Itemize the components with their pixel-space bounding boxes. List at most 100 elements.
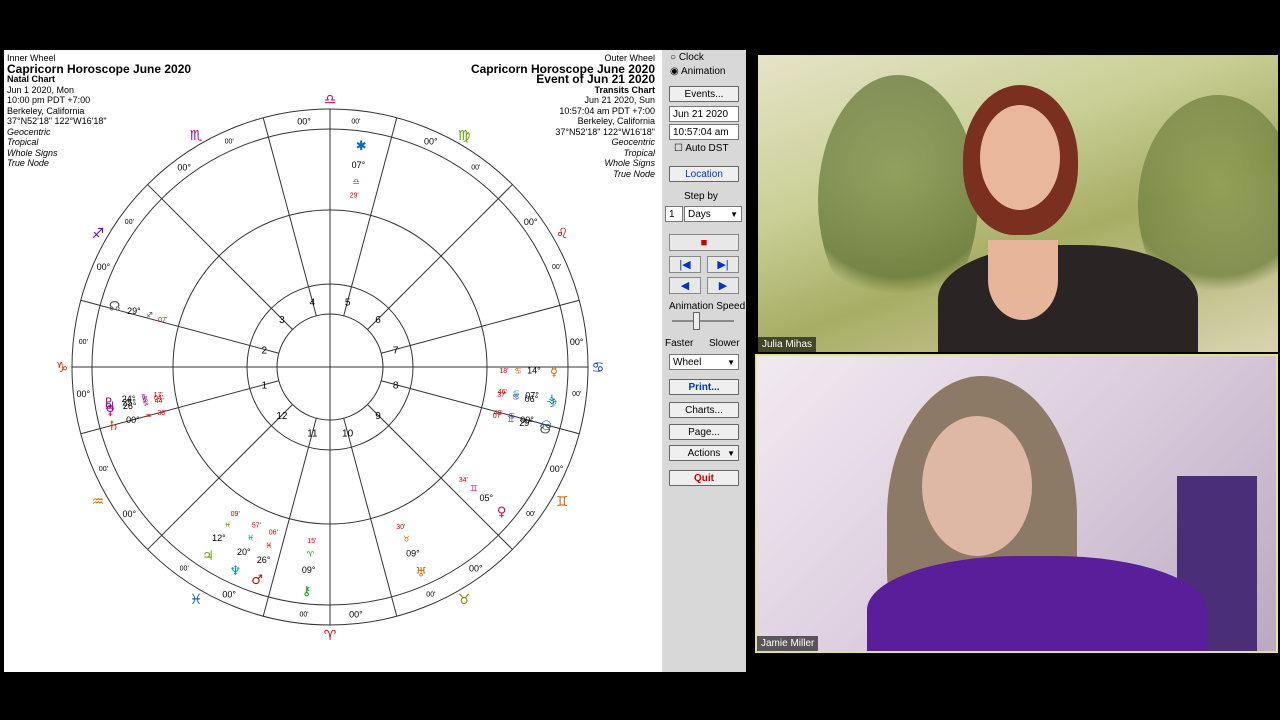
inner-chart-date: Jun 1 2020, Mon [7,84,75,95]
animation-speed-label: Animation Speed [669,301,746,312]
inner-chart-title: Capricorn Horoscope June 2020 [7,61,192,76]
auto-dst-label: Auto DST [685,143,729,154]
house-cusp-line [381,299,580,354]
zodiac-sign-glyph: ♐ [92,226,105,242]
quit-button[interactable]: Quit [669,470,739,486]
sign-minute-label: 00' [125,219,134,226]
auto-dst-checkbox[interactable]: ☐ Auto DST [674,143,729,154]
time-field[interactable]: 10:57:04 am [669,124,739,140]
planet-glyph: ♄ [108,419,120,434]
wheel-select[interactable]: Wheel ▼ [669,354,739,370]
play-back-button[interactable]: ◀ [669,277,701,294]
video-tile-top: Julia Mihas [758,55,1278,352]
house-number: 1 [262,381,268,392]
clock-radio[interactable]: ○ Clock [670,52,704,63]
house-number: 4 [310,297,316,308]
house-number: 8 [393,381,399,392]
animation-radio[interactable]: ◉ Animation [670,66,725,77]
speed-slider-track[interactable] [672,320,734,322]
stop-button[interactable]: ■ [669,234,739,251]
page-button[interactable]: Page... [669,424,739,440]
planet-degree: 14° [527,366,541,376]
play-back-icon: ◀ [680,280,690,292]
outer-option: Whole Signs [604,158,655,168]
planet-degree: 09° [406,548,420,558]
planet-glyph: ⚷ [302,584,312,599]
inner-chart-place: Berkeley, California [7,105,85,116]
planet-glyph: ♅ [415,566,427,581]
zodiac-sign-glyph: ♍ [458,128,471,144]
participant-face [980,105,1060,210]
house-cusp-line [262,117,317,316]
planet-glyph: ☊ [109,299,121,314]
participant-neck [988,240,1058,320]
planet-minute: 38' [157,410,166,417]
planet-minute: 30' [396,524,405,531]
planet-minute: 29' [350,193,359,200]
sign-degree-label: 00° [297,116,311,126]
sign-degree-label: 00° [424,136,438,146]
controls-panel: ○ Clock ◉ Animation Events... Jun 21 202… [662,50,746,672]
sign-minute-label: 00' [526,511,535,518]
step-by-label: Step by [684,191,718,202]
video-tile-bottom: Jamie Miller [755,354,1278,653]
sign-minute-label: 00' [99,466,108,473]
planet-degree: 07° [352,160,366,170]
planet-degree: 20° [237,547,251,557]
planet-degree: 26° [123,401,137,411]
planet-degree: 09° [302,565,316,575]
planet-minute: 44' [155,398,164,405]
speed-slider-thumb[interactable] [693,312,700,330]
actions-label: Actions [687,448,721,459]
location-button[interactable]: Location [669,166,739,182]
play-forward-button[interactable]: ▶ [707,277,739,294]
house-cusp-line [147,404,293,550]
sign-minute-label: 00' [79,339,88,346]
sign-degree-label: 00° [349,610,363,620]
sign-minute-label: 00' [351,118,360,125]
planet-glyph: ♀ [497,505,507,520]
inner-option: True Node [7,158,49,168]
wheel-select-value: Wheel [673,357,702,368]
skip-back-button[interactable]: |◀ [669,256,701,273]
sign-degree-label: 00° [570,337,584,347]
zodiac-sign-glyph: ♏ [190,128,203,144]
radio-off-icon: ○ [670,52,677,63]
house-cusp-line [367,184,513,330]
outer-option: True Node [613,168,655,179]
date-field[interactable]: Jun 21 2020 [669,106,739,122]
animation-radio-label: Animation [680,66,726,77]
planet-sign: ♐ [146,311,153,320]
sign-degree-label: 00° [524,217,538,227]
sign-minute-label: 00' [552,264,561,271]
planet-glyph: ♆ [230,564,242,579]
skip-forward-button[interactable]: ▶| [707,256,739,273]
charts-button[interactable]: Charts... [669,402,739,418]
planet-sign: ♉ [403,535,410,544]
events-button[interactable]: Events... [669,86,739,102]
planet-glyph: ✱ [356,139,367,154]
step-unit-select[interactable]: Days ▼ [684,206,742,222]
planet-sign: ♋ [512,392,519,401]
planet-glyph: ☿ [550,365,558,380]
house-number: 5 [345,297,351,308]
house-cusp-line [367,404,513,550]
print-button[interactable]: Print... [669,379,739,395]
sign-minute-label: 00' [300,612,309,619]
planet-sign: ♊ [470,484,477,493]
planet-degree: 06° [525,394,539,404]
sign-minute-label: 00' [426,592,435,599]
actions-button[interactable]: Actions ▼ [669,445,739,461]
outer-chart-event: Event of Jun 21 2020 [536,72,655,86]
planet-glyph: ♃ [202,549,214,564]
outer-chart-coords: 37°N52'18" 122°W16'18" [555,126,655,137]
chart-panel: ♑ 00° 00' ♒ 00° 00' ♓ 00° 00' ♈ 00° 00' ♉ 00° 00' ♊ 00° 0… [4,50,662,672]
zodiac-sign-glyph: ♑ [56,360,69,376]
inner-chart-time: 10:00 pm PDT +7:00 [7,95,91,105]
step-unit-value: Days [688,209,711,220]
outer-option: Geocentric [611,137,655,147]
house-number: 3 [279,315,285,326]
participant-name-tag: Jamie Miller [757,636,819,651]
step-value-field[interactable]: 1 [665,206,683,222]
outer-chart-place: Berkeley, California [577,116,655,126]
